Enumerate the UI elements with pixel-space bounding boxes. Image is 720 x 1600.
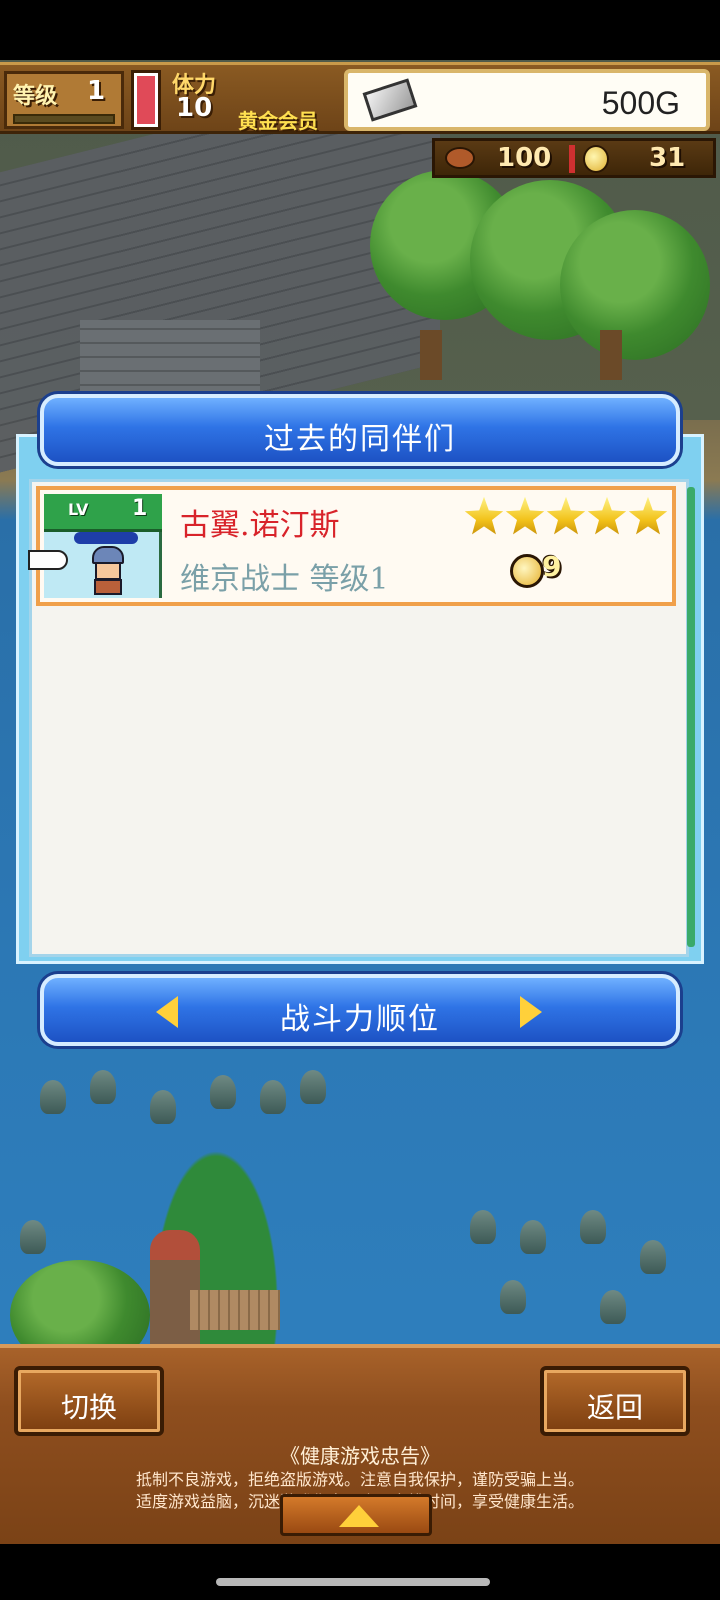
tree-trunk [420, 330, 442, 380]
sea-rock [600, 1290, 626, 1324]
money-display[interactable]: 500G [344, 69, 710, 131]
tree [560, 210, 710, 360]
home-gesture-bar[interactable] [216, 1578, 490, 1586]
back-button-label: 返回 [586, 1391, 643, 1424]
sea-rock [260, 1080, 286, 1114]
sea-rock [470, 1210, 496, 1244]
sea-rock [640, 1240, 666, 1274]
coin-icon [583, 145, 609, 173]
companion-name: 古翼.诺汀斯 [180, 508, 340, 543]
level-value: 1 [87, 76, 106, 106]
switch-button[interactable]: 切换 [14, 1366, 164, 1436]
list-scrollbar[interactable] [687, 487, 695, 947]
companions-panel: LV 1 古翼.诺汀斯 维京战士 等级1 9 [16, 434, 704, 964]
viking-warrior-sprite [86, 546, 130, 596]
money-amount: 500G [601, 85, 680, 121]
back-button[interactable]: 返回 [540, 1366, 690, 1436]
meat-icon [445, 147, 475, 169]
health-advice-line-1: 抵制不良游戏，拒绝盗版游戏。注意自我保护，谨防受骗上当。 [135, 1470, 584, 1489]
companion-level-tag: LV 1 [44, 494, 162, 532]
silver-bar-icon [362, 78, 418, 122]
star-icon [628, 496, 668, 535]
star-icon [587, 496, 627, 535]
resource-bar: 100 31 [432, 138, 716, 178]
bottom-menu-bar: 切换 返回 《健康游戏忠告》 抵制不良游戏，拒绝盗版游戏。注意自我保护，谨防受骗… [0, 1344, 720, 1544]
health-advice-title: 《健康游戏忠告》 [280, 1444, 440, 1468]
companion-cost: 9 [542, 550, 562, 583]
next-sort-arrow-icon[interactable] [520, 996, 542, 1028]
experience-bar [13, 114, 115, 124]
wooden-bridge [190, 1290, 280, 1330]
companion-exp-bar [74, 532, 138, 544]
switch-button-label: 切换 [60, 1391, 117, 1424]
stamina-value: 10 [176, 93, 213, 123]
sea-rock [150, 1090, 176, 1124]
status-bar: 等级 1 体力 10 黄金会员 500G [0, 62, 720, 134]
pointing-hand-icon [28, 550, 68, 570]
tree-trunk [600, 330, 622, 380]
stamina-gauge [134, 73, 158, 127]
navigation-bar-area [0, 1544, 720, 1600]
membership-badge[interactable]: 黄金会员 [238, 105, 318, 134]
companion-level-value: 1 [132, 496, 148, 521]
coin-count: 31 [649, 143, 686, 173]
sort-label: 战斗力顺位 [280, 1002, 440, 1037]
expand-menu-button[interactable] [280, 1494, 432, 1536]
companion-class-level: 维京战士 等级1 [180, 562, 389, 597]
level-label: 等级 [13, 84, 58, 109]
resource-divider [569, 145, 575, 173]
companion-portrait: LV 1 [44, 494, 162, 598]
star-icon [546, 496, 586, 535]
player-level-box: 等级 1 [4, 71, 124, 129]
sea-rock [40, 1080, 66, 1114]
up-arrow-icon [339, 1505, 379, 1527]
sea-rock [300, 1070, 326, 1104]
dialog-title: 过去的同伴们 [264, 422, 456, 457]
companions-list[interactable]: LV 1 古翼.诺汀斯 维京战士 等级1 9 [28, 479, 689, 957]
meat-count: 100 [497, 143, 552, 173]
sea-rock [210, 1075, 236, 1109]
star-icon [505, 496, 545, 535]
companion-row[interactable]: LV 1 古翼.诺汀斯 维京战士 等级1 9 [28, 486, 676, 606]
star-icon [464, 496, 504, 535]
sea-rock [90, 1070, 116, 1104]
companion-level-label: LV [68, 500, 89, 519]
sort-selector: 战斗力顺位 [40, 974, 680, 1046]
dialog-title-banner: 过去的同伴们 [40, 394, 680, 466]
companion-rating [464, 496, 670, 536]
sea-rock [20, 1220, 46, 1254]
coin-icon [510, 554, 544, 588]
sea-rock [580, 1210, 606, 1244]
sea-rock [500, 1280, 526, 1314]
sea-rock [520, 1220, 546, 1254]
